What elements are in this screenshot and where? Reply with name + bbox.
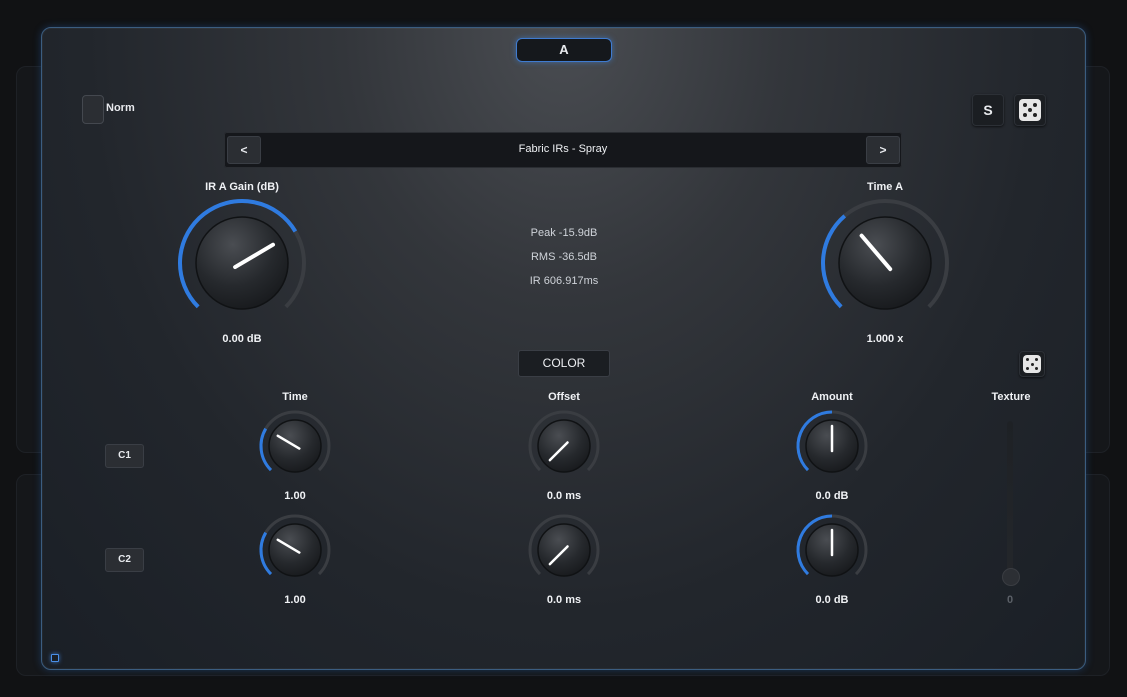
texture-slider-track[interactable] [1007, 421, 1013, 581]
texture-value: 0 [1006, 594, 1014, 606]
ir-gain-value: 0.00 dB [222, 333, 262, 345]
solo-button[interactable]: S [972, 94, 1004, 126]
solo-button-label: S [983, 102, 993, 118]
texture-slider-thumb[interactable] [1002, 568, 1020, 586]
status-indicator [51, 654, 59, 662]
column-texture-label: Texture [991, 391, 1031, 403]
column-amount-label: Amount [811, 391, 853, 403]
randomize-button[interactable] [1014, 94, 1046, 126]
ir-module-panel: A Norm S Fabric IRs - Spray < > IR A Gai… [41, 27, 1086, 670]
tab-a[interactable]: A [516, 38, 612, 62]
ir-gain-knob[interactable] [174, 195, 310, 331]
dice-icon [1023, 355, 1041, 373]
color-randomize-button[interactable] [1019, 351, 1045, 377]
c2-offset-knob[interactable] [526, 512, 602, 588]
preset-selector: Fabric IRs - Spray < > [224, 132, 902, 168]
c1-time-value: 1.00 [284, 490, 306, 502]
color-button[interactable]: COLOR [518, 350, 610, 377]
c2-offset-value: 0.0 ms [546, 594, 582, 606]
column-time-label: Time [282, 391, 308, 403]
dice-icon [1019, 99, 1041, 121]
norm-checkbox[interactable] [82, 95, 104, 124]
time-a-value: 1.000 x [866, 333, 904, 345]
column-offset-label: Offset [548, 391, 580, 403]
rms-readout: RMS -36.5dB [530, 251, 598, 263]
c1-offset-knob[interactable] [526, 408, 602, 484]
peak-readout: Peak -15.9dB [530, 227, 598, 239]
c2-time-value: 1.00 [284, 594, 306, 606]
c1-amount-knob[interactable] [794, 408, 870, 484]
preset-next-button[interactable]: > [866, 136, 900, 164]
preset-prev-button[interactable]: < [227, 136, 261, 164]
c2-time-knob[interactable] [257, 512, 333, 588]
c1-amount-value: 0.0 dB [815, 490, 849, 502]
c2-amount-value: 0.0 dB [815, 594, 849, 606]
ir-length-readout: IR 606.917ms [529, 275, 599, 287]
time-a-label: Time A [866, 181, 904, 193]
preset-name[interactable]: Fabric IRs - Spray [224, 143, 902, 155]
c1-time-knob[interactable] [257, 408, 333, 484]
c1-offset-value: 0.0 ms [546, 490, 582, 502]
c2-button[interactable]: C2 [105, 548, 144, 572]
norm-label: Norm [106, 102, 135, 114]
time-a-knob[interactable] [817, 195, 953, 331]
c1-button[interactable]: C1 [105, 444, 144, 468]
ir-gain-label: IR A Gain (dB) [205, 181, 279, 193]
c2-amount-knob[interactable] [794, 512, 870, 588]
